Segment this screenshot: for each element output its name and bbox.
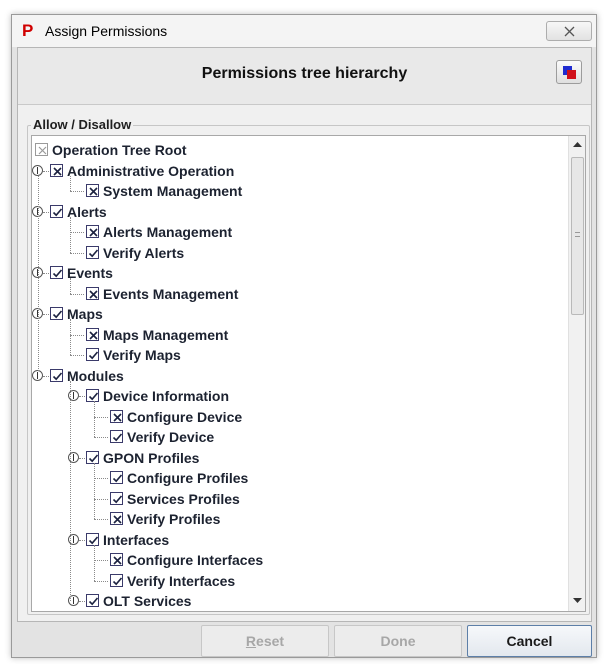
tree-node-label: GPON Profiles — [103, 449, 200, 466]
windows-switch-icon[interactable] — [556, 60, 582, 84]
done-label: Done — [380, 633, 416, 649]
checkbox-checked-icon[interactable] — [50, 266, 63, 279]
tree-node[interactable]: OLT Services — [32, 591, 562, 611]
tree-node-label: Modules — [67, 367, 124, 384]
tree-node[interactable]: System Management — [32, 181, 562, 201]
tree-node-label: Maps Management — [103, 326, 229, 343]
tree-node[interactable]: Verify Alerts — [32, 243, 562, 263]
checkbox-denied-icon[interactable] — [86, 327, 99, 341]
checkbox-checked-icon[interactable] — [110, 430, 123, 443]
tree-node-label: Device Information — [103, 388, 230, 404]
tree-node[interactable]: Alerts Management — [32, 222, 562, 242]
tree-node-label: Maps — [67, 306, 103, 322]
arrow-up-icon — [573, 142, 582, 147]
checkbox-denied-icon[interactable] — [110, 409, 123, 423]
button-bar: Reset Done Cancel — [12, 622, 596, 658]
cancel-label: Cancel — [506, 633, 553, 649]
tree-node-label: System Management — [103, 183, 243, 199]
checkbox-checked-icon[interactable] — [110, 491, 123, 505]
tree-node[interactable]: Events — [32, 263, 562, 283]
tree-node[interactable]: Maps — [32, 304, 562, 324]
tree-node[interactable]: Verify Device — [32, 427, 562, 447]
tree-node-label: Events — [67, 265, 113, 281]
checkbox-checked-icon[interactable] — [86, 389, 99, 402]
tree-node[interactable]: Alerts — [32, 202, 562, 222]
checkbox-checked-icon[interactable] — [86, 348, 99, 361]
tree-node-label: Configure Interfaces — [127, 552, 264, 568]
tree-node-label: Configure Device — [127, 408, 243, 425]
tree-node-label: Verify Device — [127, 429, 215, 445]
content-panel: Permissions tree hierarchy Allow / Disal… — [17, 47, 592, 622]
tree-node-label: Verify Interfaces — [127, 572, 236, 589]
tree-node[interactable]: Interfaces — [32, 530, 562, 550]
app-logo-icon: P — [22, 21, 34, 40]
header-bar: Permissions tree hierarchy — [18, 48, 591, 105]
arrow-down-icon — [573, 598, 582, 603]
reset-button[interactable]: Reset — [201, 625, 329, 657]
done-button[interactable]: Done — [334, 625, 462, 657]
tree-node[interactable]: Device Information — [32, 386, 562, 406]
tree-node-label: Configure Profiles — [127, 470, 249, 486]
tree-node[interactable]: Verify Interfaces — [32, 571, 562, 591]
checkbox-checked-icon[interactable] — [86, 594, 99, 607]
checkbox-denied-icon[interactable] — [110, 512, 123, 525]
tree-node[interactable]: Configure Interfaces — [32, 550, 562, 570]
checkbox-checked-icon[interactable] — [86, 450, 99, 464]
checkbox-root-icon[interactable] — [35, 143, 48, 156]
scroll-thumb[interactable] — [571, 157, 584, 315]
tree-node[interactable]: GPON Profiles — [32, 448, 562, 468]
expand-toggle-icon[interactable] — [32, 369, 43, 381]
scroll-down-button[interactable] — [570, 593, 585, 610]
checkbox-checked-icon[interactable] — [50, 368, 63, 382]
title-bar[interactable]: P Assign Permissions — [12, 15, 596, 47]
tree-node-label: Verify Maps — [103, 347, 181, 363]
checkbox-denied-icon[interactable] — [86, 225, 99, 238]
window-title: Assign Permissions — [45, 23, 168, 39]
checkbox-denied-icon[interactable] — [86, 184, 99, 197]
tree-node-label: Services Profiles — [127, 490, 240, 507]
tree-node-label: Operation Tree Root — [52, 142, 187, 158]
tree-node-label: Interfaces — [103, 531, 170, 548]
checkbox-checked-icon[interactable] — [86, 245, 99, 259]
checkbox-checked-icon[interactable] — [110, 573, 123, 587]
tree-node-label: Alerts Management — [103, 224, 233, 240]
group-legend: Allow / Disallow — [31, 117, 134, 132]
checkbox-checked-icon[interactable] — [86, 532, 99, 546]
tree-node-label: Administrative Operation — [67, 162, 235, 179]
tree-node-label: Events Management — [103, 285, 239, 302]
tree-node[interactable]: Events Management — [32, 284, 562, 304]
checkbox-denied-icon[interactable] — [50, 163, 63, 177]
tree-node[interactable]: Verify Maps — [32, 345, 562, 365]
tree-node[interactable]: Services Profiles — [32, 489, 562, 509]
tree-node[interactable]: Modules — [32, 366, 562, 386]
tree-node-label: OLT Services — [103, 593, 192, 609]
tree-node[interactable]: Configure Device — [32, 407, 562, 427]
close-button[interactable] — [546, 21, 592, 41]
tree-node-label: Verify Profiles — [127, 511, 221, 527]
checkbox-denied-icon[interactable] — [110, 553, 123, 566]
checkbox-checked-icon[interactable] — [110, 471, 123, 484]
close-x-icon — [564, 26, 575, 37]
checkbox-checked-icon[interactable] — [50, 204, 63, 218]
assign-permissions-dialog: P Assign Permissions Permissions tree hi… — [11, 14, 597, 658]
vertical-scrollbar[interactable] — [568, 136, 585, 611]
expand-toggle-icon[interactable] — [32, 164, 43, 176]
tree-node-label: Verify Alerts — [103, 244, 185, 261]
checkbox-checked-icon[interactable] — [50, 307, 63, 320]
tree-node[interactable]: Administrative Operation — [32, 161, 562, 181]
checkbox-denied-icon[interactable] — [86, 286, 99, 300]
tree-node[interactable]: Verify Profiles — [32, 509, 562, 529]
tree-node[interactable]: Configure Profiles — [32, 468, 562, 488]
tree-node[interactable]: Operation Tree Root — [32, 140, 562, 160]
tree-node-label: Alerts — [67, 203, 107, 220]
scroll-up-button[interactable] — [570, 137, 585, 154]
allow-disallow-group: Allow / Disallow Operation Tree Root Admi… — [27, 117, 590, 615]
cancel-button[interactable]: Cancel — [467, 625, 592, 657]
page-title: Permissions tree hierarchy — [201, 65, 408, 82]
reset-label: Reset — [245, 633, 285, 649]
permissions-tree[interactable]: Operation Tree Root Administrative Operat… — [31, 135, 586, 612]
tree-node[interactable]: Maps Management — [32, 325, 562, 345]
